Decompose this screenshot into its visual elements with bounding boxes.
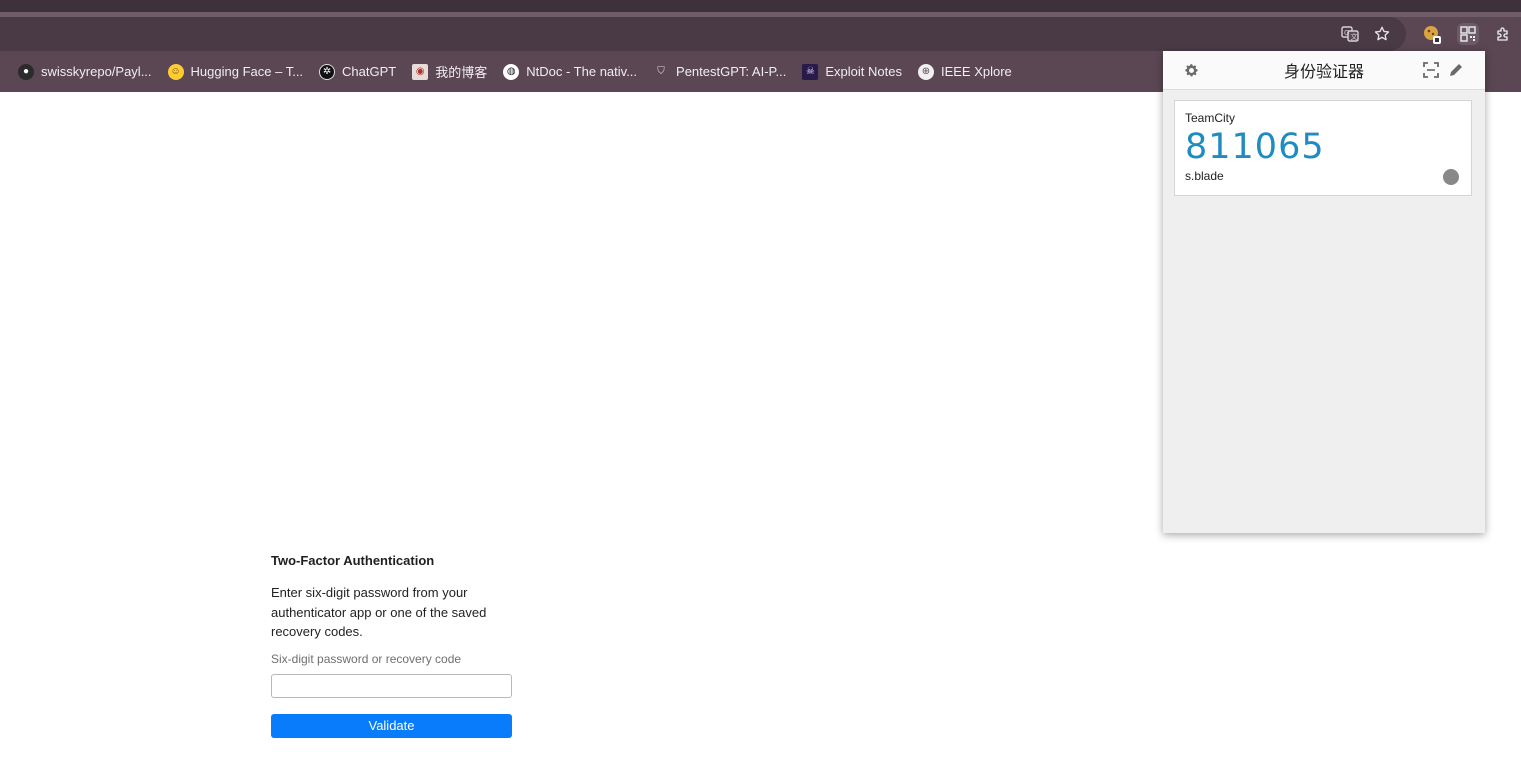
- instructions-text: Enter six-digit password from your authe…: [271, 585, 487, 639]
- code-input[interactable]: [271, 673, 512, 698]
- otp-account: s.blade: [1185, 169, 1224, 183]
- chatgpt-icon: ✲: [319, 63, 336, 80]
- extensions-puzzle-icon[interactable]: [1493, 23, 1515, 45]
- authenticator-header: 身份验证器: [1163, 51, 1485, 90]
- avatar-icon: ◉: [412, 63, 429, 80]
- svg-text:G: G: [1344, 29, 1349, 37]
- bookmark-ntdoc[interactable]: ◍ NtDoc - The nativ...: [495, 58, 645, 86]
- hugging-face-icon: ☺: [167, 63, 184, 80]
- pencil-icon[interactable]: [1447, 61, 1465, 79]
- bookmark-exploit-notes[interactable]: ☠ Exploit Notes: [794, 58, 910, 86]
- skull-icon: ☠: [802, 63, 819, 80]
- bookmark-label: swisskyrepo/Payl...: [41, 64, 152, 79]
- bookmark-chatgpt[interactable]: ✲ ChatGPT: [311, 58, 404, 86]
- bookmark-my-blog[interactable]: ◉ 我的博客: [404, 58, 495, 86]
- svg-text:文: 文: [1351, 32, 1358, 41]
- bookmark-label: PentestGPT: AI-P...: [676, 64, 787, 79]
- otp-code[interactable]: 811065: [1185, 127, 1461, 167]
- bookmark-payloads[interactable]: ● swisskyrepo/Payl...: [10, 58, 160, 86]
- globe-icon: ⊕: [917, 63, 934, 80]
- validate-button[interactable]: Validate: [271, 713, 512, 738]
- otp-entry[interactable]: TeamCity 811065 s.blade: [1174, 100, 1472, 196]
- bookmark-label: 我的博客: [435, 66, 488, 81]
- bookmark-hugging-face[interactable]: ☺ Hugging Face – T...: [160, 58, 312, 86]
- bookmark-ieee-xplore[interactable]: ⊕ IEEE Xplore: [910, 58, 1020, 86]
- code-field-label: Six-digit password or recovery code: [271, 651, 462, 666]
- bookmark-label: ChatGPT: [342, 64, 397, 79]
- github-icon: ●: [18, 63, 34, 80]
- bookmark-label: IEEE Xplore: [940, 64, 1012, 79]
- scan-qr-icon[interactable]: [1422, 61, 1440, 79]
- cookie-extension-icon[interactable]: [1421, 23, 1443, 45]
- authenticator-title: 身份验证器: [1283, 62, 1364, 81]
- authenticator-popup: 身份验证器 TeamCity 811065 s.blade: [1163, 51, 1485, 533]
- two-factor-form: Two-Factor Authentication Enter six-digi…: [271, 552, 513, 738]
- shield-icon: ⛉: [657, 66, 665, 77]
- address-bar[interactable]: [0, 17, 1406, 51]
- qr-authenticator-icon[interactable]: [1457, 23, 1479, 45]
- bookmark-label: NtDoc - The nativ...: [526, 64, 638, 79]
- ntdoc-icon: ◍: [503, 63, 520, 80]
- page-title: Two-Factor Authentication: [271, 553, 435, 568]
- star-icon[interactable]: [1371, 23, 1393, 45]
- bookmark-label: Exploit Notes: [825, 64, 902, 79]
- bookmark-label: Hugging Face – T...: [190, 64, 304, 79]
- bookmark-pentestgpt[interactable]: ⛉ PentestGPT: AI-P...: [645, 58, 794, 86]
- otp-issuer: TeamCity: [1185, 111, 1236, 125]
- countdown-timer-icon: [1443, 169, 1459, 185]
- gear-icon[interactable]: [1182, 61, 1200, 79]
- browser-title-bar: [0, 0, 1521, 12]
- translate-icon[interactable]: G文: [1339, 23, 1361, 45]
